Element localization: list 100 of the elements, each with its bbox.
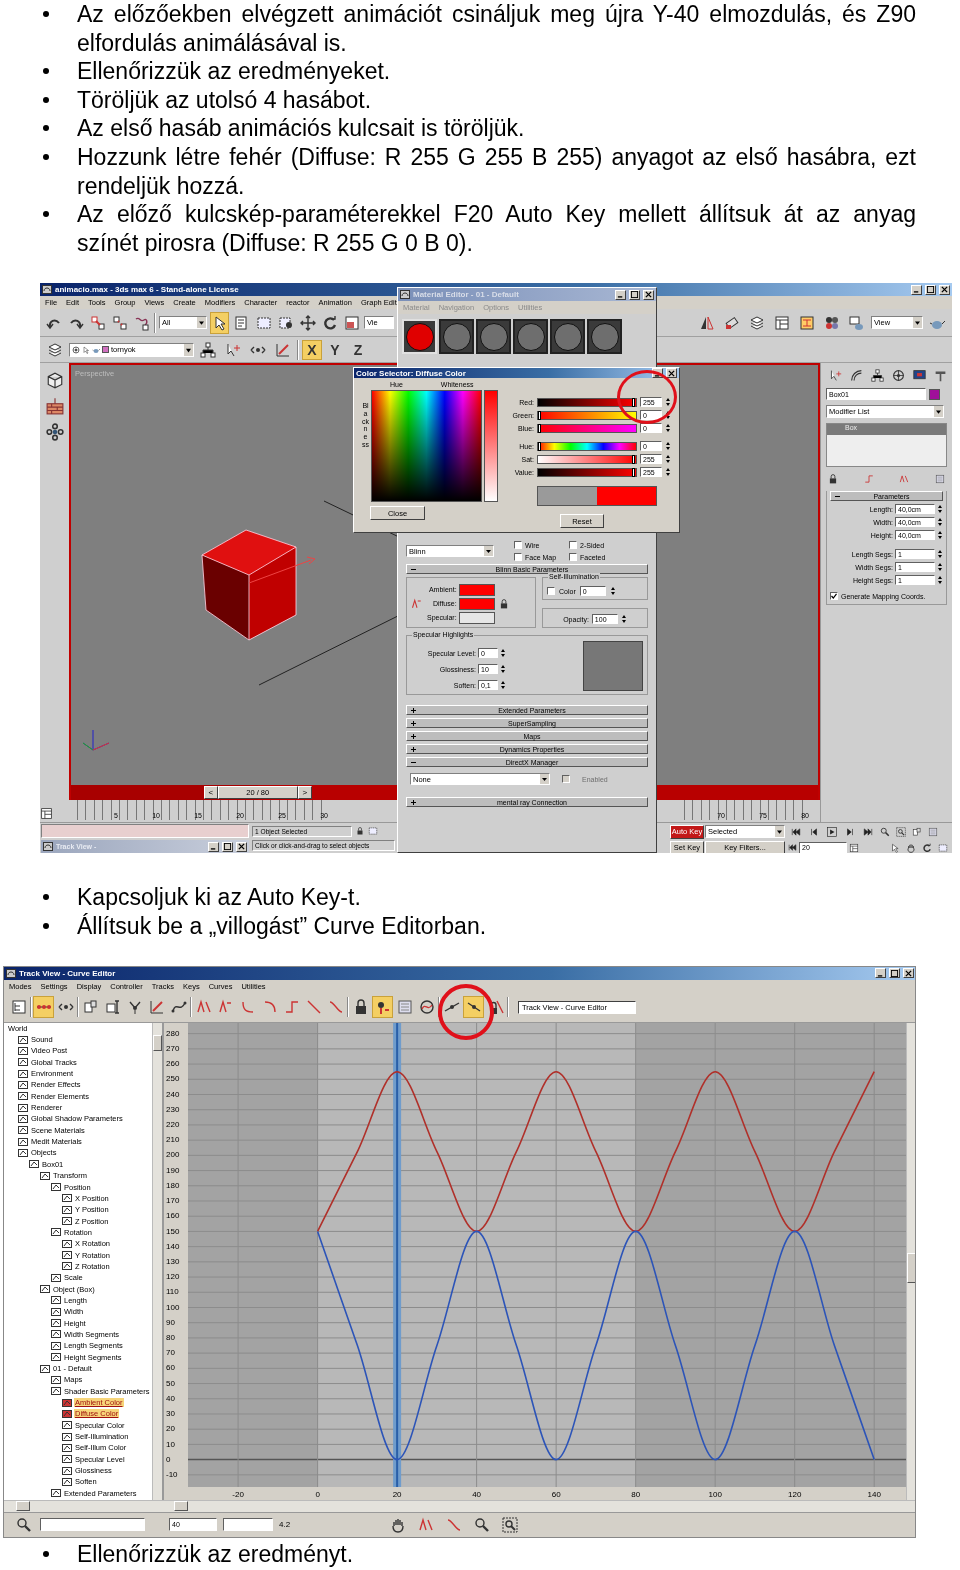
checkbox[interactable] [569,553,577,562]
plus-icon[interactable] [410,732,417,740]
track-icon [29,1160,39,1169]
spinner-arrows-icon[interactable] [500,680,506,691]
slider-thumb[interactable] [538,423,541,433]
close-button[interactable] [903,968,914,979]
lock-icon[interactable] [356,827,364,836]
slider-thumb[interactable] [538,410,541,420]
scale-keys-icon[interactable] [910,825,924,839]
maximize-button[interactable] [222,841,233,852]
maximize-button[interactable] [889,968,900,979]
rotate-arrow-icon[interactable] [920,841,934,854]
track-icon [62,1432,72,1441]
filter-field[interactable] [40,1518,145,1532]
maximize-button[interactable] [925,284,936,295]
plus-icon[interactable] [410,798,417,806]
spinner-arrows-icon[interactable] [665,441,671,452]
bullet-text: Állítsuk be a „villogást” Curve Editorban. [77,911,488,941]
track-icon [18,1058,28,1067]
maxscript-field[interactable] [41,824,249,839]
axis-constraint-button[interactable]: Y [325,339,345,360]
spinner-arrows-icon[interactable] [937,549,943,560]
color-swatch[interactable] [458,583,495,596]
object-color-swatch[interactable] [929,388,940,400]
scrollbar[interactable] [906,1022,915,1500]
highlight-circle [438,983,494,1040]
zoom-icon[interactable] [878,825,892,839]
close-button[interactable] [236,841,247,852]
brick-wall-icon[interactable] [45,397,64,416]
axis-tick-label: 230 [166,1104,180,1114]
track-icon [51,1273,61,1282]
slider-thumb[interactable] [538,441,541,451]
track-icon [40,1171,50,1180]
spinner-arrows-icon[interactable] [937,562,943,573]
spinner-arrows-icon[interactable] [937,504,943,515]
cube-icon[interactable] [45,371,64,390]
whiteness-gradient-bar[interactable] [484,390,498,503]
maximize-button[interactable] [629,289,640,300]
hand-icon[interactable] [904,841,918,854]
color-swatch[interactable] [458,597,495,610]
slider-thumb[interactable] [632,467,635,477]
close-button[interactable] [939,284,950,295]
spinner-arrows-icon[interactable] [937,530,943,541]
channel-slider[interactable] [537,467,637,477]
spinner-arrows-icon[interactable] [665,454,671,465]
track-icon [18,1092,28,1101]
channel-slider[interactable] [537,454,637,464]
spinner-arrows-icon[interactable] [609,586,616,597]
skip-start-icon[interactable] [788,843,797,853]
checkbox[interactable] [830,592,838,601]
plus-icon[interactable] [410,706,417,714]
minimize-button[interactable] [652,368,663,379]
tangent-curve-icon[interactable] [411,597,423,610]
hue-picker[interactable] [371,390,482,503]
spinner-arrows-icon[interactable] [620,614,627,625]
minimize-button[interactable] [875,968,886,979]
color-swatch[interactable] [458,611,495,624]
close-button[interactable] [666,368,677,379]
spinner-arrows-icon[interactable] [665,467,671,478]
plus-icon[interactable] [410,719,417,727]
channel-slider[interactable] [537,441,637,451]
snap-keys-icon[interactable] [463,996,484,1019]
spinner-arrows-icon[interactable] [665,423,671,434]
minimize-button[interactable] [615,289,626,300]
close-button[interactable] [643,289,654,300]
axis-tick-label: 120 [166,1271,180,1281]
minimize-button[interactable] [208,841,219,852]
minimize-button[interactable] [911,284,922,295]
slider-thumb[interactable] [632,397,635,407]
bullet-icon [43,894,49,901]
track-icon [51,1387,61,1396]
dot-ring-icon[interactable] [45,423,64,442]
key-marker-icon[interactable] [372,996,393,1019]
spinner-arrows-icon[interactable] [937,575,943,586]
checkbox[interactable] [514,553,522,562]
checkbox[interactable] [569,541,577,550]
channel-slider[interactable] [537,423,637,433]
grid-window-icon[interactable] [849,842,859,853]
plus-icon[interactable] [410,745,417,753]
hierarchy-icon[interactable] [868,367,887,384]
axis-constraint-button[interactable]: X [302,339,322,360]
value-field[interactable] [223,1518,273,1532]
scrollbar[interactable] [152,1022,162,1500]
spinner-arrows-icon[interactable] [937,517,943,528]
spinner-arrows-icon[interactable] [665,397,671,408]
grid-window-icon[interactable] [40,807,53,821]
zoom-region-icon[interactable] [894,825,908,839]
axis-constraint-button[interactable]: Z [348,339,368,360]
channel-slider[interactable] [537,410,637,420]
checkbox[interactable] [514,541,522,550]
highlight-curve-preview [583,641,643,692]
time-marker[interactable] [393,1022,402,1487]
play-icon[interactable] [824,824,840,839]
spinner-arrows-icon[interactable] [500,648,506,659]
lock-icon[interactable] [498,598,509,609]
channel-slider[interactable] [537,397,637,407]
slider-thumb[interactable] [632,454,635,464]
checkbox[interactable] [547,587,555,596]
bullet-icon [43,1550,49,1557]
spinner-arrows-icon[interactable] [500,664,506,675]
